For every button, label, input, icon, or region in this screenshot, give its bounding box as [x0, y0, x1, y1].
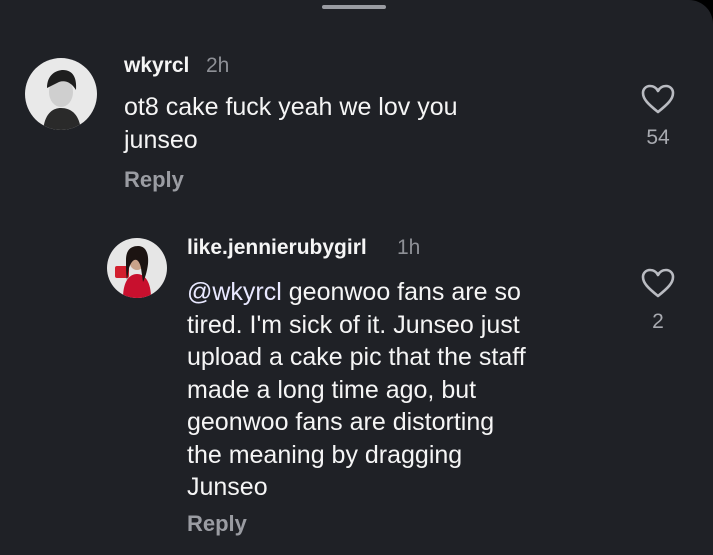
like-count: 54: [646, 126, 670, 149]
reply-button[interactable]: Reply: [124, 167, 184, 193]
comments-sheet: wkyrcl 2h ot8 cake fuck yeah we lov you …: [0, 0, 713, 555]
mention-link[interactable]: @wkyrcl: [187, 278, 282, 306]
avatar[interactable]: [107, 238, 167, 298]
comment-timestamp: 2h: [206, 54, 230, 77]
drag-handle[interactable]: [322, 5, 386, 9]
reply-text-content: geonwoo fans are so tired. I'm sick of i…: [187, 278, 526, 501]
reply-timestamp: 1h: [397, 236, 421, 259]
reply-button[interactable]: Reply: [187, 511, 247, 537]
heart-outline-icon[interactable]: [641, 84, 675, 114]
heart-outline-icon[interactable]: [641, 268, 675, 298]
comment-text: ot8 cake fuck yeah we lov you junseo: [124, 93, 458, 154]
reply-username[interactable]: like.jennierubygirl: [187, 236, 367, 260]
avatar[interactable]: [25, 58, 97, 130]
reply-text: @wkyrcl geonwoo fans are so tired. I'm s…: [187, 276, 617, 504]
comment-username[interactable]: wkyrcl: [124, 54, 189, 78]
like-count: 2: [652, 310, 664, 333]
